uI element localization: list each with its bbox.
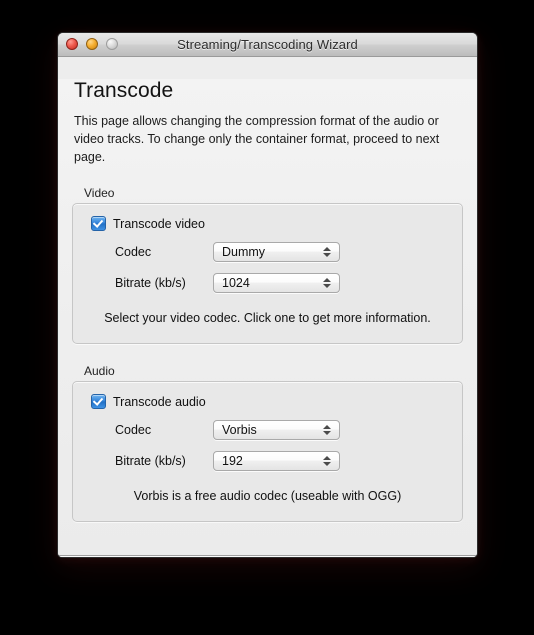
chevron-up-icon (323, 456, 331, 461)
transcode-audio-checkbox-row[interactable]: Transcode audio (91, 394, 448, 410)
audio-codec-label: Codec (115, 423, 152, 438)
window-titlebar[interactable]: Streaming/Transcoding Wizard (58, 33, 477, 57)
chevron-down-icon (323, 462, 331, 467)
video-codec-value: Dummy (222, 245, 266, 260)
transcode-video-checkbox-row[interactable]: Transcode video (91, 216, 448, 232)
video-hint-text: Select your video codec. Click one to ge… (104, 311, 431, 326)
chevron-down-icon (323, 431, 331, 436)
video-bitrate-label: Bitrate (kb/s) (115, 276, 186, 291)
audio-bitrate-label: Bitrate (kb/s) (115, 454, 186, 469)
audio-group: Audio Transcode audio Codec Vorbis Bitra… (72, 364, 463, 523)
audio-group-label: Audio (84, 364, 115, 379)
desktop-background: Streaming/Transcoding Wizard Transcode T… (0, 0, 534, 635)
dialog-button-bar: Cancel Back Next (58, 555, 477, 557)
transcode-video-label: Transcode video (113, 216, 205, 231)
window-controls (66, 38, 118, 50)
audio-bitrate-value: 192 (222, 454, 243, 469)
chevron-updown-icon[interactable] (323, 276, 331, 290)
audio-bitrate-select[interactable]: 192 (213, 451, 340, 472)
minimize-button-icon[interactable] (86, 38, 98, 50)
video-bitrate-row: Bitrate (kb/s) 1024 (91, 273, 448, 294)
video-codec-label: Codec (115, 245, 152, 260)
transcode-audio-label: Transcode audio (113, 394, 206, 409)
transcode-audio-checkbox[interactable] (91, 394, 106, 410)
page-description: This page allows changing the compressio… (74, 114, 440, 164)
audio-codec-value: Vorbis (222, 423, 257, 438)
video-group: Video Transcode video Codec Dummy Bitrat… (72, 186, 463, 345)
window-content: Transcode This page allows changing the … (58, 79, 477, 555)
chevron-up-icon (323, 247, 331, 252)
chevron-up-icon (323, 425, 331, 430)
page-title: Transcode (74, 79, 174, 102)
zoom-button-icon[interactable] (106, 38, 118, 50)
chevron-updown-icon[interactable] (323, 423, 331, 437)
video-bitrate-select[interactable]: 1024 (213, 273, 340, 294)
transcode-video-checkbox[interactable] (91, 216, 106, 232)
video-codec-row: Codec Dummy (91, 242, 448, 263)
chevron-down-icon (323, 253, 331, 258)
chevron-updown-icon[interactable] (323, 245, 331, 259)
audio-codec-select[interactable]: Vorbis (213, 420, 340, 441)
chevron-up-icon (323, 278, 331, 283)
window-title: Streaming/Transcoding Wizard (177, 37, 358, 52)
chevron-updown-icon[interactable] (323, 454, 331, 468)
video-group-body: Transcode video Codec Dummy Bitrate (kb/… (72, 203, 463, 345)
audio-bitrate-row: Bitrate (kb/s) 192 (91, 451, 448, 472)
video-group-label: Video (84, 186, 115, 201)
audio-codec-row: Codec Vorbis (91, 420, 448, 441)
wizard-window: Streaming/Transcoding Wizard Transcode T… (57, 32, 478, 558)
close-button-icon[interactable] (66, 38, 78, 50)
video-codec-select[interactable]: Dummy (213, 242, 340, 263)
audio-group-body: Transcode audio Codec Vorbis Bitrate (kb… (72, 381, 463, 523)
chevron-down-icon (323, 284, 331, 289)
audio-hint-text: Vorbis is a free audio codec (useable wi… (133, 489, 402, 504)
video-bitrate-value: 1024 (222, 276, 250, 291)
